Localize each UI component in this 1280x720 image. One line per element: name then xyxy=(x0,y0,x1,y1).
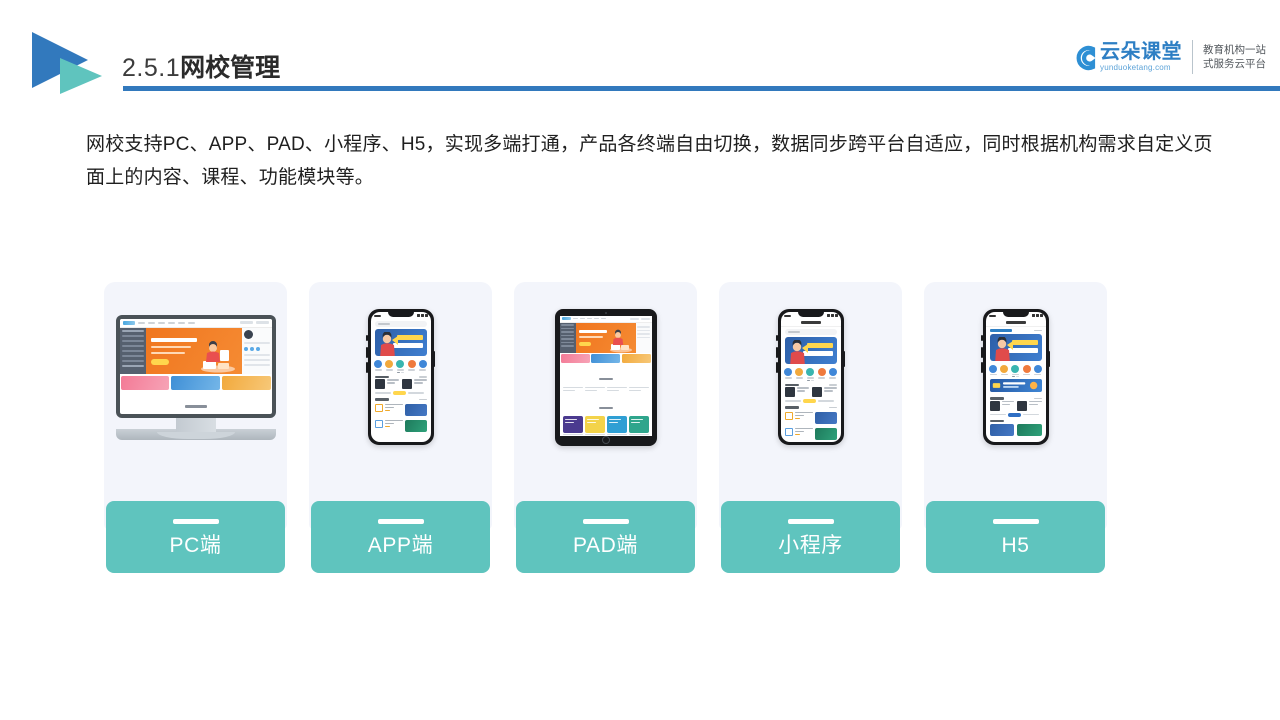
device-label-h5[interactable]: H5 xyxy=(926,501,1105,573)
label-accent-bar xyxy=(787,518,834,524)
brand-logo: 云朵课堂 yunduoketang.com 教育机构一站 式服务云平台 xyxy=(1068,34,1266,80)
device-label-text: APP端 xyxy=(367,533,434,557)
cloud-icon xyxy=(1068,40,1102,74)
label-accent-bar xyxy=(992,518,1039,524)
device-card-app[interactable]: APP端 xyxy=(309,282,492,573)
device-label-pad[interactable]: PAD端 xyxy=(516,501,695,573)
desktop-icon xyxy=(104,282,287,472)
brand-tagline-line2: 式服务云平台 xyxy=(1203,58,1266,70)
page-header: 2.5.1网校管理 云朵课堂 yunduoketang.com 教育机构一站 式… xyxy=(0,0,1280,105)
title-underline-rule xyxy=(123,86,1280,91)
brand-name: 云朵课堂 xyxy=(1100,40,1182,63)
section-number: 2.5.1 xyxy=(122,54,181,82)
tablet-icon xyxy=(514,282,697,472)
brand-text: 云朵课堂 yunduoketang.com xyxy=(1100,40,1182,73)
device-card-pc[interactable]: PC端 xyxy=(104,282,287,573)
brand-mark: 云朵课堂 yunduoketang.com xyxy=(1068,40,1182,74)
device-card-row: PC端 APP端 PAD端 小程序 H5 xyxy=(104,282,1107,573)
device-label-text: H5 xyxy=(1001,533,1030,557)
intro-paragraph: 网校支持PC、APP、PAD、小程序、H5，实现多端打通，产品各终端自由切换，数… xyxy=(86,134,1213,188)
brand-url: yunduoketang.com xyxy=(1100,62,1171,72)
brand-divider xyxy=(1192,40,1193,74)
device-label-pc[interactable]: PC端 xyxy=(106,501,285,573)
label-accent-bar xyxy=(172,518,219,524)
brand-tagline-line1: 教育机构一站 xyxy=(1203,43,1266,56)
mobile-icon xyxy=(924,282,1107,472)
label-accent-bar xyxy=(377,518,424,524)
brand-tagline: 教育机构一站 式服务云平台 xyxy=(1203,43,1266,71)
mobile-icon xyxy=(719,282,902,472)
device-label-app[interactable]: APP端 xyxy=(311,501,490,573)
page-title: 2.5.1网校管理 xyxy=(122,48,280,84)
device-card-h5[interactable]: H5 xyxy=(924,282,1107,573)
section-title: 网校管理 xyxy=(180,54,281,82)
device-card-miniprogram[interactable]: 小程序 xyxy=(719,282,902,573)
label-accent-bar xyxy=(582,518,629,524)
play-triangle-logo-icon xyxy=(28,28,124,96)
device-label-text: PC端 xyxy=(169,533,222,557)
device-card-pad[interactable]: PAD端 xyxy=(514,282,697,573)
mobile-icon xyxy=(309,282,492,472)
device-label-text: PAD端 xyxy=(572,533,639,557)
device-label-miniprogram[interactable]: 小程序 xyxy=(721,501,900,573)
device-label-text: 小程序 xyxy=(778,533,843,557)
